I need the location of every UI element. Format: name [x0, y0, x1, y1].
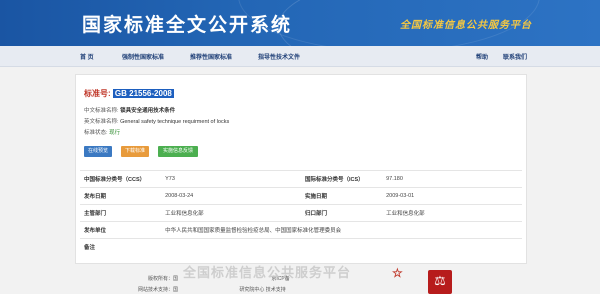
implement-date-value: 2009-03-01: [382, 187, 522, 205]
dept-label: 主管部门: [80, 204, 162, 222]
site-title: 国家标准全文公开系统: [82, 14, 293, 36]
en-name-label: 英文标准名称:: [84, 119, 119, 125]
download-button[interactable]: 下载标准: [121, 146, 149, 157]
owner-label: 归口部门: [300, 204, 383, 222]
watermark: 全国标准信息公共服务平台: [183, 266, 352, 281]
implement-date-label: 实施日期: [300, 187, 383, 205]
nav-guidance[interactable]: 指导性技术文件: [258, 52, 300, 61]
footer-support: 网站技术支持：国 研究院中心 技术支持: [138, 286, 286, 293]
nav-recommended[interactable]: 推荐性国家标准: [190, 52, 232, 61]
ics-value: 97.180: [382, 170, 522, 188]
main-nav: 首 页 强制性国家标准 推荐性国家标准 指导性技术文件 帮助 联系我们: [0, 46, 600, 67]
table-row: 发布日期 2008-03-24 实施日期 2009-03-01: [80, 187, 522, 205]
table-row: 备注: [80, 238, 522, 255]
ccs-label: 中国标准分类号（CCS）: [80, 170, 162, 188]
support-tail-text: 研究院中心 技术支持: [239, 287, 286, 293]
nav-home[interactable]: 首 页: [80, 52, 94, 61]
issuer-value: 中华人民共和国国家质量监督检验检疫总局、中国国家标准化管理委员会: [161, 221, 522, 239]
site-slogan: 全国标准信息公共服务平台: [400, 20, 532, 31]
en-name-row: 英文标准名称: General safety technique requirm…: [84, 117, 229, 125]
remark-value: [161, 238, 522, 255]
status-row: 标准状态: 现行: [84, 128, 120, 136]
brand-mark-icon: ☆: [392, 266, 403, 280]
table-row: 中国标准分类号（CCS） Y73 国际标准分类号（ICS） 97.180: [80, 170, 522, 188]
owner-value: 工业和信息化部: [382, 204, 522, 222]
gov-seal-icon: ⚖: [428, 270, 452, 294]
issuer-label: 发布单位: [80, 221, 162, 239]
status-badge: 现行: [109, 130, 121, 136]
support-text: 网站技术支持：国: [138, 287, 179, 293]
publish-date-label: 发布日期: [80, 187, 162, 205]
en-name-value: General safety technique requirment of l…: [120, 119, 230, 125]
table-row: 主管部门 工业和信息化部 归口部门 工业和信息化部: [80, 204, 522, 222]
standard-number: 标准号: GB 21556-2008: [84, 88, 174, 99]
cn-name-label: 中文标准名称:: [84, 108, 119, 114]
metadata-table: 中国标准分类号（CCS） Y73 国际标准分类号（ICS） 97.180 发布日…: [80, 170, 522, 255]
nav-contact[interactable]: 联系我们: [503, 52, 527, 61]
publish-date-value: 2008-03-24: [161, 187, 301, 205]
dept-value: 工业和信息化部: [161, 204, 301, 222]
table-row: 发布单位 中华人民共和国国家质量监督检验检疫总局、中国国家标准化管理委员会: [80, 221, 522, 239]
remark-label: 备注: [80, 238, 162, 255]
cn-name-value: 锁具安全通用技术条件: [120, 108, 176, 114]
cn-name-row: 中文标准名称: 锁具安全通用技术条件: [84, 106, 175, 114]
nav-mandatory[interactable]: 强制性国家标准: [122, 52, 164, 61]
copyright-text: 版权所有：国: [148, 276, 179, 282]
ics-label: 国际标准分类号（ICS）: [300, 170, 383, 188]
site-banner: 国家标准全文公开系统 全国标准信息公共服务平台: [0, 0, 600, 46]
standard-number-value: GB 21556-2008: [112, 89, 174, 98]
standard-number-label: 标准号:: [84, 89, 111, 98]
ccs-value: Y73: [161, 170, 301, 188]
nav-help[interactable]: 帮助: [476, 52, 488, 61]
feedback-button[interactable]: 实施信息反馈: [158, 146, 198, 157]
preview-button[interactable]: 在线预览: [84, 146, 112, 157]
status-label: 标准状态:: [84, 130, 108, 136]
standard-detail-card: 标准号: GB 21556-2008 中文标准名称: 锁具安全通用技术条件 英文…: [75, 74, 527, 264]
